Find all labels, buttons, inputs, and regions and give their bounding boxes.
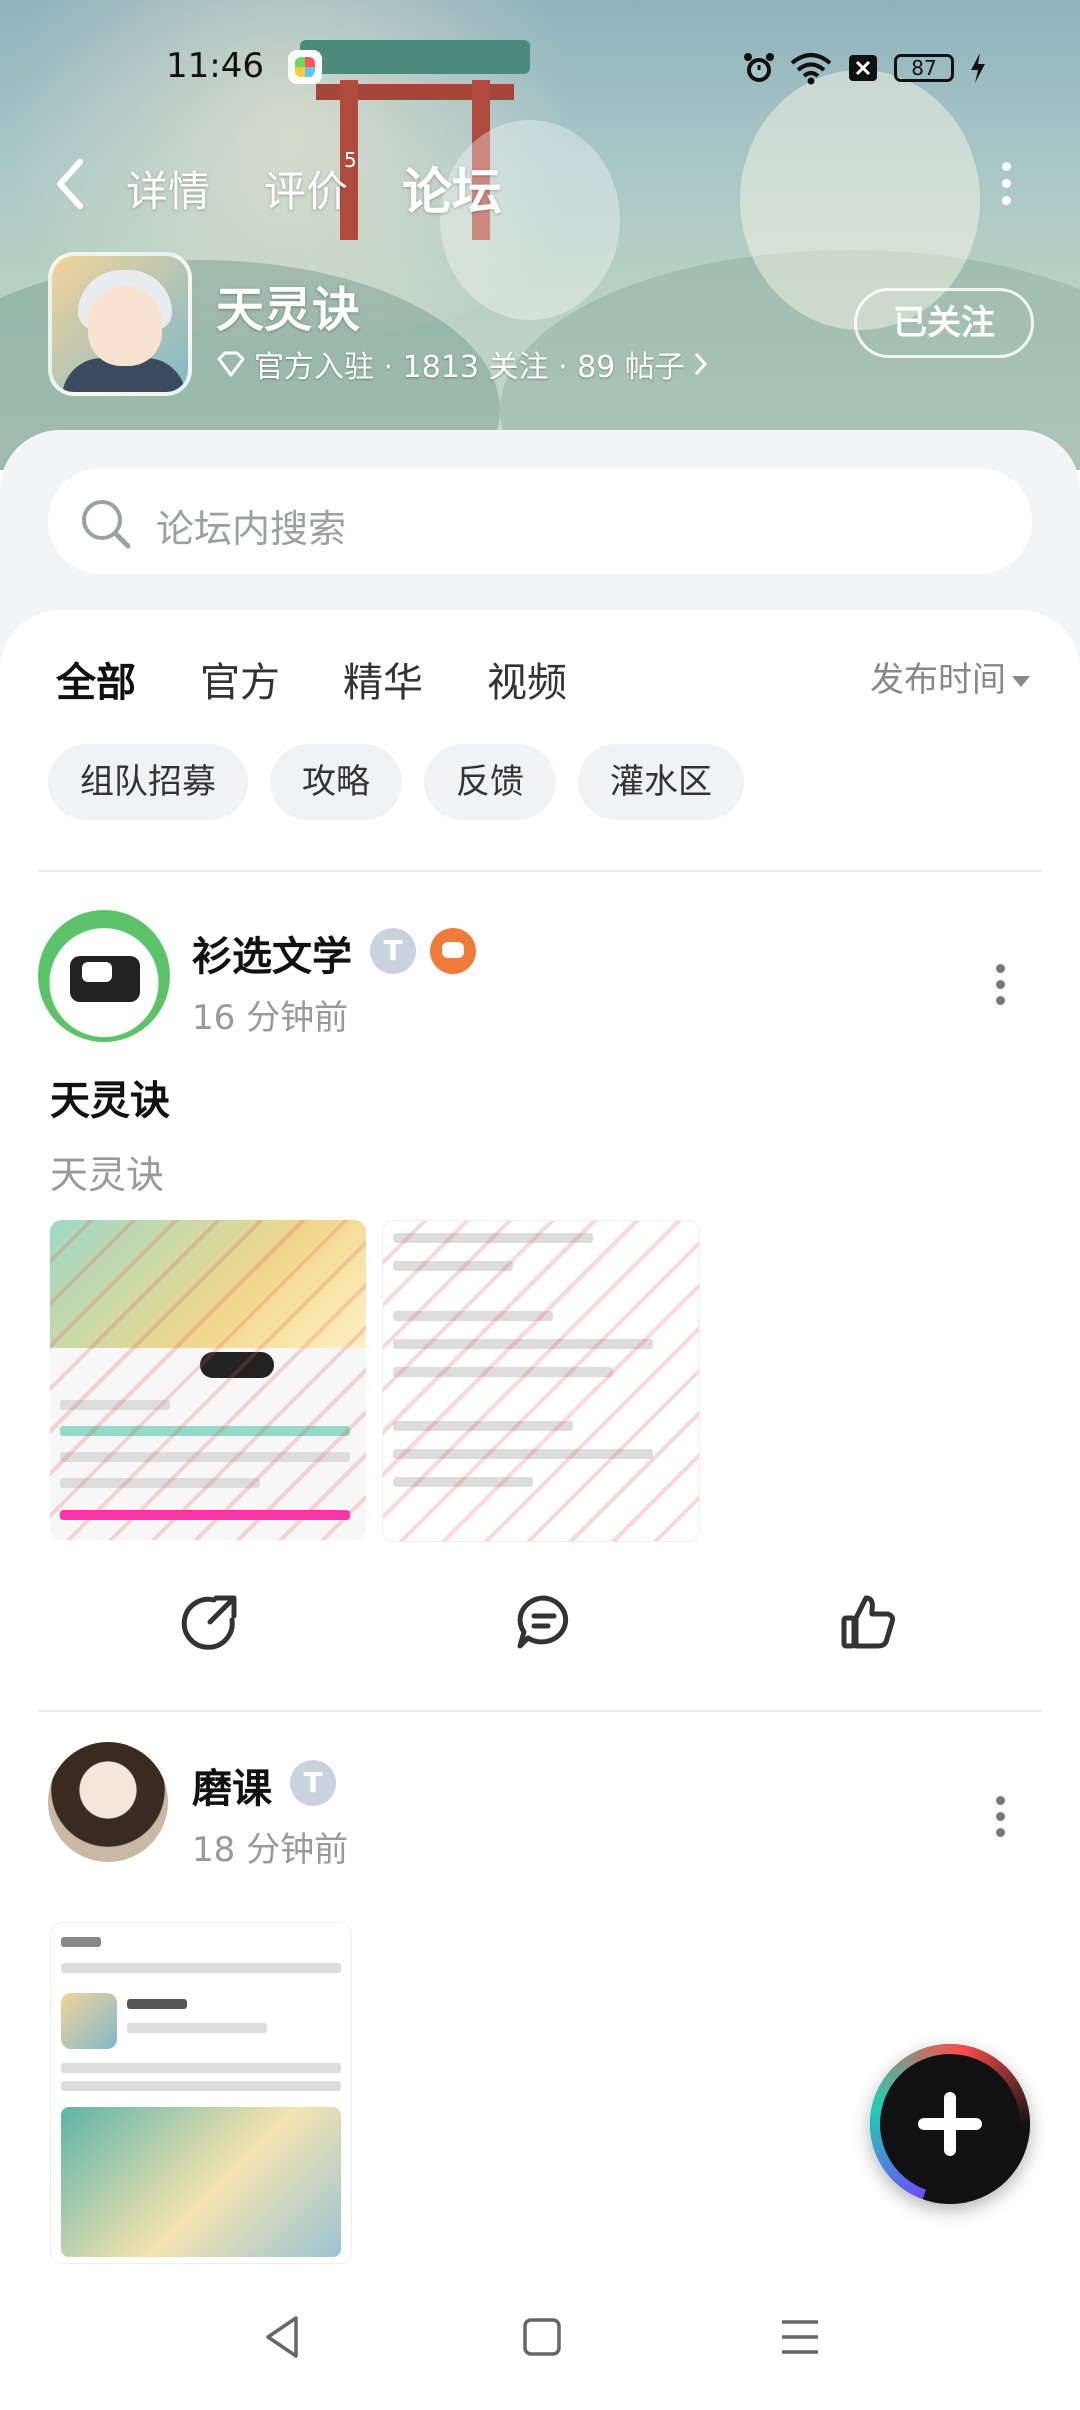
nav-back-icon[interactable] [262, 2312, 302, 2362]
user-level-badge: T [370, 928, 416, 974]
filter-tab-featured[interactable]: 精华 [343, 650, 423, 708]
create-post-button[interactable] [870, 2044, 1030, 2204]
tab-reviews[interactable]: 评价 [264, 158, 348, 219]
game-info: 天灵诀 官方入驻 · 1813 关注 · 89 帖子 已关注 [48, 252, 1048, 402]
tab-details[interactable]: 详情 [126, 158, 210, 219]
like-icon[interactable] [838, 1592, 898, 1652]
tab-forum[interactable]: 论坛 [402, 152, 502, 224]
post-actions [0, 1592, 1080, 1672]
post-image[interactable] [50, 1922, 352, 2264]
post-author[interactable]: 衫选文学 [192, 924, 352, 982]
post-image[interactable] [50, 1220, 366, 1540]
search-input[interactable]: 论坛内搜索 [48, 468, 1032, 574]
game-badge-icon [430, 928, 476, 974]
post-body[interactable]: 天灵诀 [50, 1144, 164, 1199]
search-icon [82, 500, 131, 549]
game-icon[interactable] [48, 252, 192, 396]
chip-chat[interactable]: 灌水区 [578, 744, 744, 820]
avatar[interactable] [38, 910, 170, 1042]
nav-home-icon[interactable] [520, 2312, 564, 2362]
post-time: 18 分钟前 [192, 1830, 349, 1870]
chip-feedback[interactable]: 反馈 [424, 744, 556, 820]
chip-guide[interactable]: 攻略 [270, 744, 402, 820]
sort-dropdown[interactable]: 发布时间 [870, 652, 1030, 701]
alarm-icon [744, 53, 774, 82]
user-level-badge: T [290, 1760, 336, 1806]
avatar[interactable] [48, 1742, 168, 1862]
game-meta-text: 官方入驻 · 1813 关注 · 89 帖子 [254, 350, 685, 385]
charging-icon [971, 53, 985, 83]
status-time: 11:46 [166, 46, 264, 86]
divider [38, 1710, 1042, 1712]
back-icon[interactable] [52, 156, 88, 212]
search-placeholder: 论坛内搜索 [156, 507, 347, 551]
comment-icon[interactable] [514, 1592, 574, 1652]
post-time: 16 分钟前 [192, 998, 349, 1038]
category-chips: 组队招募 攻略 反馈 灌水区 [48, 744, 744, 820]
chevron-right-icon [694, 352, 707, 376]
filter-tab-all[interactable]: 全部 [56, 650, 136, 712]
system-nav-bar [0, 2286, 1080, 2400]
no-sim-icon [849, 55, 877, 81]
app-notification-icon [288, 50, 322, 84]
battery-level: 87 [894, 54, 954, 82]
caret-down-icon [1012, 676, 1030, 687]
chip-team-recruit[interactable]: 组队招募 [48, 744, 248, 820]
share-icon[interactable] [180, 1592, 240, 1652]
post-more-icon[interactable] [996, 964, 1006, 1012]
follow-button[interactable]: 已关注 [854, 288, 1034, 358]
post-image[interactable] [382, 1220, 700, 1542]
post-more-icon[interactable] [996, 1796, 1006, 1844]
top-nav: 详情 评价 5 论坛 [0, 140, 1080, 230]
more-icon[interactable] [1000, 162, 1012, 208]
diamond-icon [217, 351, 245, 377]
status-bar: 11:46 87 [0, 40, 1080, 100]
filter-tab-video[interactable]: 视频 [487, 650, 567, 708]
post-author[interactable]: 磨课 [192, 1756, 272, 1814]
wifi-icon [790, 53, 832, 85]
post-title[interactable]: 天灵诀 [50, 1068, 170, 1126]
nav-menu-icon[interactable] [778, 2312, 822, 2362]
filter-tab-official[interactable]: 官方 [200, 650, 280, 708]
game-stats[interactable]: 官方入驻 · 1813 关注 · 89 帖子 [216, 342, 709, 386]
divider [38, 870, 1042, 872]
reviews-count-badge: 5 [344, 148, 357, 172]
game-title: 天灵诀 [216, 282, 361, 338]
